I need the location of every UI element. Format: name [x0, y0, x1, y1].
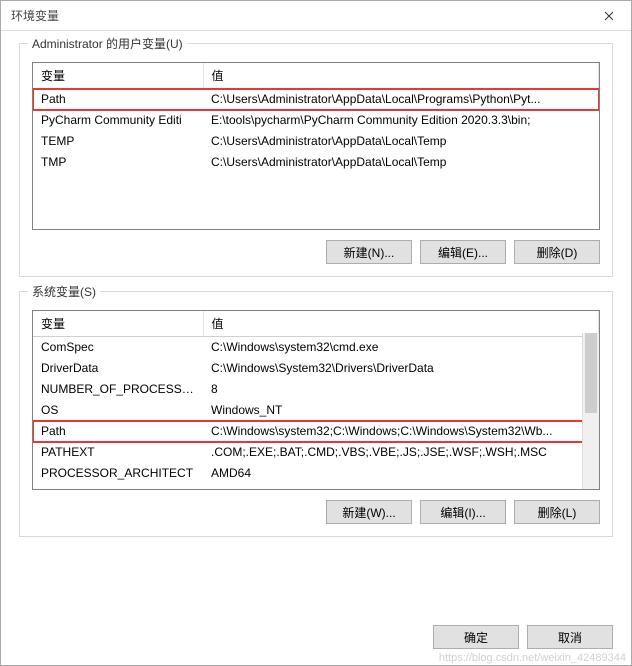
col-header-name[interactable]: 变量	[33, 311, 203, 337]
cell-name: PATHEXT	[33, 442, 203, 463]
system-vars-label: 系统变量(S)	[28, 283, 100, 300]
table-row[interactable]: TMP C:\Users\Administrator\AppData\Local…	[33, 152, 599, 173]
window-title: 环境变量	[11, 7, 59, 24]
cell-value: C:\Windows\system32\cmd.exe	[203, 337, 599, 358]
cell-name: Path	[33, 421, 203, 442]
table-row[interactable]: TEMP C:\Users\Administrator\AppData\Loca…	[33, 131, 599, 152]
cell-name: PROCESSOR_ARCHITECT	[33, 463, 203, 484]
cell-name: ComSpec	[33, 337, 203, 358]
cell-name: PyCharm Community Editi	[33, 110, 203, 131]
user-vars-label: Administrator 的用户变量(U)	[28, 35, 187, 52]
user-vars-table[interactable]: 变量 值 Path C:\Users\Administrator\AppData…	[33, 63, 599, 173]
cell-value: C:\Users\Administrator\AppData\Local\Pro…	[203, 89, 599, 110]
scroll-thumb[interactable]	[585, 333, 597, 413]
table-row[interactable]: PyCharm Community Editi E:\tools\pycharm…	[33, 110, 599, 131]
cell-value: C:\Windows\System32\Drivers\DriverData	[203, 358, 599, 379]
cell-value: C:\Users\Administrator\AppData\Local\Tem…	[203, 131, 599, 152]
new-user-var-button[interactable]: 新建(N)...	[326, 240, 412, 264]
delete-system-var-button[interactable]: 删除(L)	[514, 500, 600, 524]
cell-value: Windows_NT	[203, 400, 599, 421]
cell-value: C:\Windows\system32;C:\Windows;C:\Window…	[203, 421, 599, 442]
cell-value: AMD64	[203, 463, 599, 484]
cell-name: TMP	[33, 152, 203, 173]
table-row[interactable]: PATHEXT .COM;.EXE;.BAT;.CMD;.VBS;.VBE;.J…	[33, 442, 599, 463]
col-header-value[interactable]: 值	[203, 311, 599, 337]
table-row[interactable]: Path C:\Windows\system32;C:\Windows;C:\W…	[33, 421, 599, 442]
table-row[interactable]: ComSpec C:\Windows\system32\cmd.exe	[33, 337, 599, 358]
close-button[interactable]	[586, 1, 631, 31]
user-vars-table-container: 变量 值 Path C:\Users\Administrator\AppData…	[32, 62, 600, 230]
table-row[interactable]: DriverData C:\Windows\System32\Drivers\D…	[33, 358, 599, 379]
table-row[interactable]: NUMBER_OF_PROCESSORS 8	[33, 379, 599, 400]
cancel-button[interactable]: 取消	[527, 625, 613, 649]
edit-system-var-button[interactable]: 编辑(I)...	[420, 500, 506, 524]
system-vars-group: 系统变量(S) 变量 值 ComSpec C:\Windows\system32…	[19, 291, 613, 537]
cell-name: DriverData	[33, 358, 203, 379]
cell-value: E:\tools\pycharm\PyCharm Community Editi…	[203, 110, 599, 131]
edit-user-var-button[interactable]: 编辑(E)...	[420, 240, 506, 264]
ok-button[interactable]: 确定	[433, 625, 519, 649]
cell-value: .COM;.EXE;.BAT;.CMD;.VBS;.VBE;.JS;.JSE;.…	[203, 442, 599, 463]
user-vars-group: Administrator 的用户变量(U) 变量 值 Path C:\User…	[19, 43, 613, 277]
system-vars-table[interactable]: 变量 值 ComSpec C:\Windows\system32\cmd.exe…	[33, 311, 599, 484]
cell-value: 8	[203, 379, 599, 400]
system-vars-table-container: 变量 值 ComSpec C:\Windows\system32\cmd.exe…	[32, 310, 600, 490]
cell-value: C:\Users\Administrator\AppData\Local\Tem…	[203, 152, 599, 173]
new-system-var-button[interactable]: 新建(W)...	[326, 500, 412, 524]
cell-name: NUMBER_OF_PROCESSORS	[33, 379, 203, 400]
titlebar: 环境变量	[1, 1, 631, 31]
close-icon	[604, 11, 614, 21]
user-vars-buttons: 新建(N)... 编辑(E)... 删除(D)	[32, 240, 600, 264]
col-header-name[interactable]: 变量	[33, 63, 203, 89]
table-row[interactable]: PROCESSOR_ARCHITECT AMD64	[33, 463, 599, 484]
cell-name: Path	[33, 89, 203, 110]
env-vars-dialog: 环境变量 Administrator 的用户变量(U) 变量 值	[0, 0, 632, 666]
system-vars-scrollbar[interactable]	[582, 333, 599, 489]
cell-name: TEMP	[33, 131, 203, 152]
table-row[interactable]: Path C:\Users\Administrator\AppData\Loca…	[33, 89, 599, 110]
dialog-footer: 确定 取消	[1, 613, 631, 665]
content-area: Administrator 的用户变量(U) 变量 值 Path C:\User…	[1, 31, 631, 613]
system-vars-buttons: 新建(W)... 编辑(I)... 删除(L)	[32, 500, 600, 524]
cell-name: OS	[33, 400, 203, 421]
table-row[interactable]: OS Windows_NT	[33, 400, 599, 421]
col-header-value[interactable]: 值	[203, 63, 599, 89]
delete-user-var-button[interactable]: 删除(D)	[514, 240, 600, 264]
